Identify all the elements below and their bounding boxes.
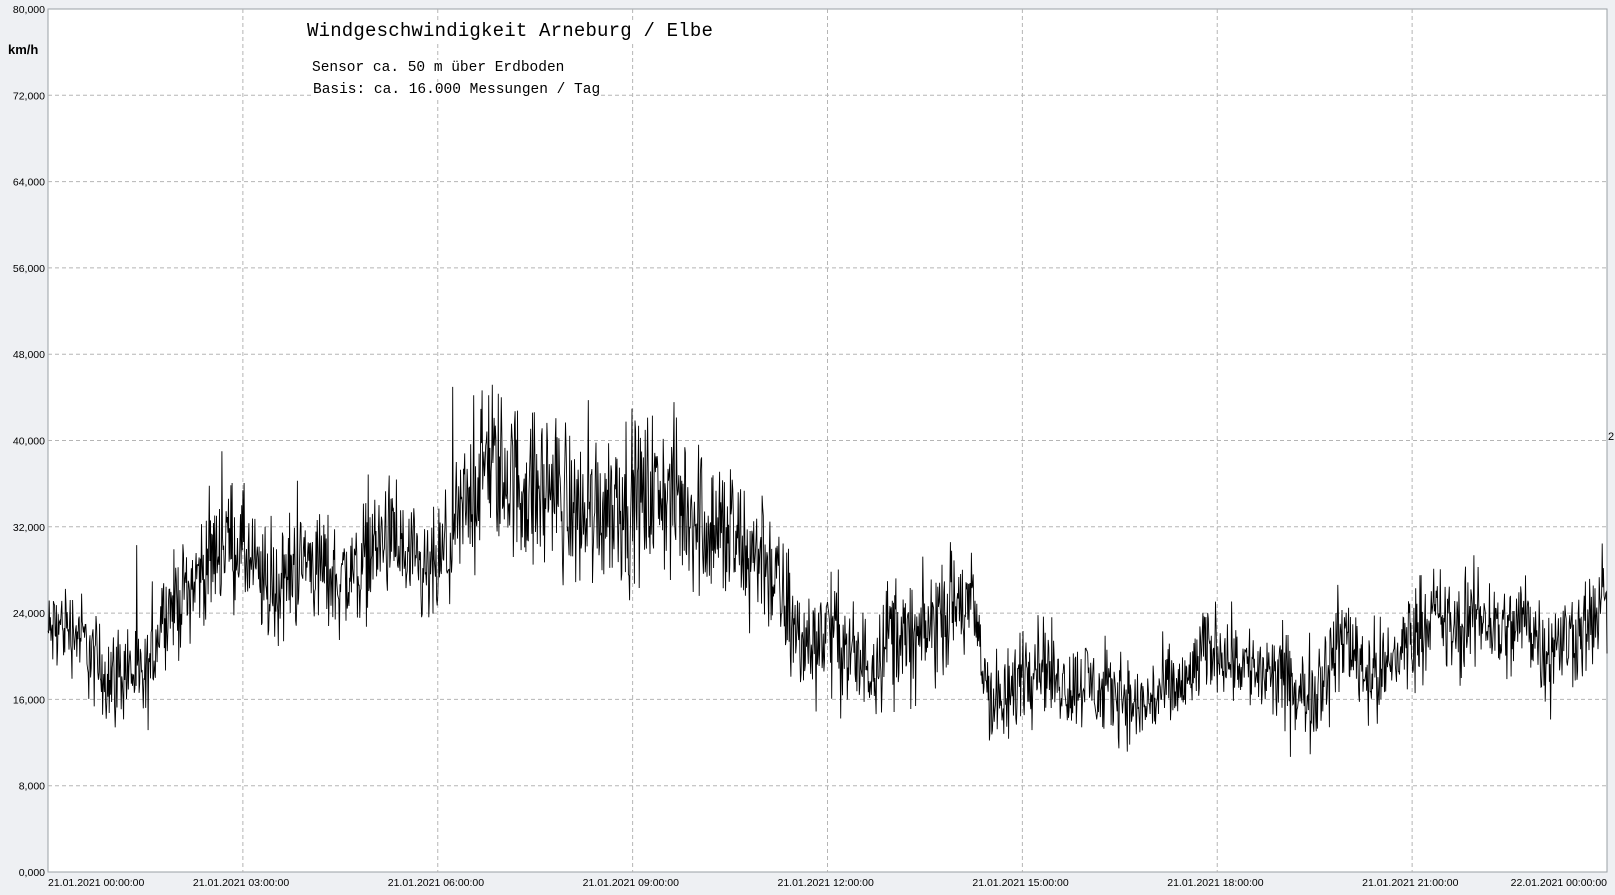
x-tick-label: 21.01.2021 09:00:00	[583, 877, 680, 889]
x-tick-label: 22.01.2021 00:00:00	[1511, 877, 1608, 889]
y-tick-labels: 0,000 8,000 16,000 24,000 32,000 40,000 48,000…	[13, 4, 45, 879]
x-tick-label: 21.01.2021 21:00:00	[1362, 877, 1459, 889]
chart-subtitle-basis: Basis: ca. 16.000 Messungen / Tag	[313, 82, 601, 98]
y-tick-label: 16,000	[13, 694, 45, 706]
y-tick-label: 80,000	[13, 4, 45, 16]
x-tick-label: 21.01.2021 12:00:00	[778, 877, 875, 889]
y-axis-label: km/h	[8, 42, 39, 57]
x-tick-label: 21.01.2021 03:00:00	[193, 877, 290, 889]
x-tick-label: 21.01.2021 06:00:00	[388, 877, 485, 889]
y-tick-label: 72,000	[13, 90, 45, 102]
y-tick-label: 32,000	[13, 522, 45, 534]
y-tick-label: 64,000	[13, 177, 45, 189]
y-tick-label: 40,000	[13, 436, 45, 448]
y-tick-label: 0,000	[19, 867, 45, 879]
chart-subtitle-sensor: Sensor ca. 50 m über Erdboden	[312, 60, 565, 76]
x-tick-label: 21.01.2021 15:00:00	[972, 877, 1069, 889]
chart-frame: 0,000 8,000 16,000 24,000 32,000 40,000 48,000…	[0, 0, 1615, 895]
y-tick-label: 56,000	[13, 263, 45, 275]
x-tick-label: 21.01.2021 18:00:00	[1167, 877, 1264, 889]
y-tick-label: 48,000	[13, 349, 45, 361]
x-tick-label: 21.01.2021 00:00:00	[48, 877, 145, 889]
chart-plot: 0,000 8,000 16,000 24,000 32,000 40,000 48,000…	[13, 4, 1608, 889]
chart-title: Windgeschwindigkeit Arneburg / Elbe	[307, 20, 714, 42]
right-edge-label: 2	[1608, 431, 1615, 443]
x-tick-labels: 21.01.2021 00:00:00 21.01.2021 03:00:00 21…	[48, 877, 1607, 889]
y-tick-label: 24,000	[13, 608, 45, 620]
y-tick-label: 8,000	[19, 781, 45, 793]
